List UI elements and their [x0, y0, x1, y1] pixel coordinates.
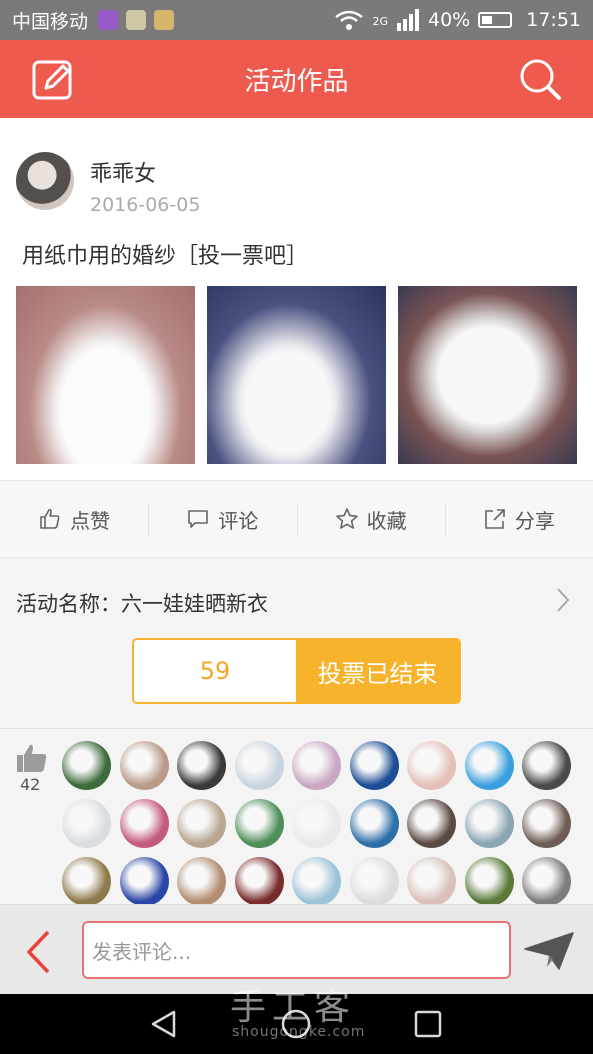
liker-avatar[interactable] [119, 799, 169, 848]
battery-fill [482, 16, 493, 24]
liker-avatar[interactable] [177, 799, 226, 848]
post-date: 2016-06-05 [90, 194, 201, 216]
post-photo[interactable] [16, 286, 195, 464]
chevron-right-icon[interactable] [555, 586, 571, 614]
comment-button[interactable]: 评论 [148, 481, 296, 557]
vote-box: 59 投票已结束 [132, 638, 461, 704]
nav-back-icon[interactable] [148, 1008, 180, 1040]
like-button[interactable]: 点赞 [0, 481, 148, 557]
liker-avatar[interactable] [234, 741, 284, 790]
post-card: 乖乖女 2016-06-05 用纸巾用的婚纱［投一票吧］ [0, 118, 593, 480]
star-icon [335, 508, 358, 529]
app-notification-icon [126, 10, 147, 30]
liker-avatar[interactable] [119, 741, 169, 790]
activity-section: 活动名称：六一娃娃晒新衣 59 投票已结束 [0, 558, 593, 728]
share-icon [485, 509, 505, 529]
network-type: 2G [372, 15, 388, 28]
nav-recents-icon[interactable] [412, 1008, 444, 1040]
liker-avatar[interactable] [292, 799, 341, 848]
battery-icon [478, 12, 513, 28]
favorite-label: 收藏 [366, 508, 407, 533]
app-header: 活动作品 [0, 40, 593, 118]
like-count: 42 [20, 775, 41, 794]
wifi-icon [335, 10, 364, 30]
liker-avatar[interactable] [62, 857, 111, 904]
liker-avatar[interactable] [522, 741, 571, 790]
search-icon[interactable] [517, 56, 563, 102]
post-photo[interactable] [398, 286, 577, 464]
app-notification-icon [98, 10, 119, 30]
thumbs-up-icon [17, 744, 47, 772]
clock: 17:51 [526, 9, 581, 31]
action-bar: 点赞 评论 收藏 分享 [0, 480, 593, 558]
liker-avatar[interactable] [177, 741, 226, 790]
liker-avatar[interactable] [349, 857, 399, 904]
liker-avatar[interactable] [234, 799, 284, 848]
liker-avatar[interactable] [522, 799, 571, 848]
watermark-url: shougongke.com [232, 1024, 366, 1040]
page-title: 活动作品 [244, 66, 349, 97]
likers-section: 42 [0, 728, 593, 904]
send-icon[interactable] [523, 931, 575, 971]
liker-avatar[interactable] [522, 857, 571, 904]
liker-avatar[interactable] [292, 857, 341, 904]
liker-avatar[interactable] [62, 741, 111, 790]
author-name[interactable]: 乖乖女 [90, 156, 156, 188]
comment-input[interactable]: 发表评论... [82, 921, 511, 979]
liker-avatar[interactable] [407, 741, 456, 790]
liker-avatar[interactable] [119, 857, 169, 904]
thumbs-up-icon [40, 508, 60, 529]
liker-avatar[interactable] [464, 799, 514, 848]
liker-avatar[interactable] [292, 741, 341, 790]
favorite-button[interactable]: 收藏 [296, 481, 445, 557]
status-bar: 中国移动 2G 40% 17:51 [0, 0, 593, 40]
carrier-name: 中国移动 [12, 10, 89, 33]
activity-name[interactable]: 活动名称：六一娃娃晒新衣 [16, 588, 268, 618]
liker-avatar[interactable] [177, 857, 226, 904]
liker-avatar[interactable] [349, 799, 399, 848]
post-title: 用纸巾用的婚纱［投一票吧］ [22, 244, 309, 269]
vote-count: 59 [199, 657, 231, 685]
post-photo[interactable] [207, 286, 386, 464]
vote-button[interactable]: 投票已结束 [296, 640, 459, 702]
liker-avatar[interactable] [349, 741, 399, 790]
liker-avatar[interactable] [464, 857, 514, 904]
signal-icon [397, 9, 419, 31]
comment-label: 评论 [218, 508, 259, 533]
liker-avatar[interactable] [62, 799, 111, 848]
share-label: 分享 [514, 508, 555, 533]
watermark-logo: 手工客 [230, 987, 357, 1028]
liker-avatar[interactable] [234, 857, 284, 904]
app-notification-icon [154, 10, 175, 30]
liker-avatar[interactable] [464, 741, 514, 790]
liker-avatar[interactable] [407, 857, 456, 904]
back-icon[interactable] [24, 929, 52, 975]
author-avatar[interactable] [16, 152, 74, 210]
liker-avatar[interactable] [407, 799, 456, 848]
share-button[interactable]: 分享 [444, 481, 593, 557]
edit-icon[interactable] [30, 56, 76, 102]
battery-percent: 40% [428, 9, 471, 31]
comment-icon [188, 510, 209, 528]
like-label: 点赞 [70, 508, 111, 533]
